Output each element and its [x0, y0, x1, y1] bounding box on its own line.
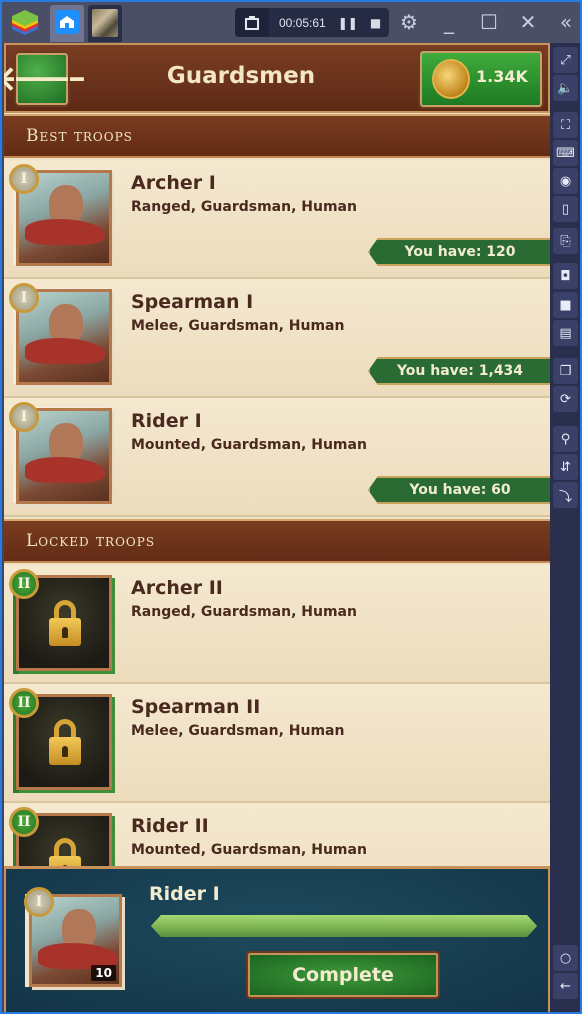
game-thumbnail-icon: [92, 9, 118, 37]
section-header-locked: Locked troops: [4, 519, 550, 563]
owned-count: You have: 60: [409, 482, 511, 498]
troop-name: Rider I: [131, 410, 202, 432]
section-title: Locked troops: [26, 531, 156, 551]
location-icon[interactable]: ⚲: [553, 426, 578, 452]
header-bar: 🡐 Guardsmen 1.34K: [4, 43, 550, 113]
pause-icon[interactable]: ❚❚: [338, 16, 358, 30]
troop-row[interactable]: I Archer I Ranged, Guardsman, Human You …: [4, 160, 550, 279]
gear-icon[interactable]: ⚙: [396, 10, 422, 34]
screenshot-rec-icon[interactable]: [235, 8, 269, 37]
owned-count-badge: You have: 60: [368, 476, 550, 504]
tier-badge: II: [9, 688, 39, 718]
owned-count-badge: You have: 120: [368, 238, 550, 266]
title-bar: 00:05:61 ❚❚ ■ ⚙ _ ☐ ✕ «: [2, 2, 580, 43]
troop-row[interactable]: I Spearman I Melee, Guardsman, Human You…: [4, 279, 550, 398]
troop-name: Rider II: [131, 815, 209, 837]
recording-bar: 00:05:61 ❚❚ ■: [235, 8, 389, 37]
rotate-icon[interactable]: ⤵: [553, 482, 578, 508]
emulator-window: 00:05:61 ❚❚ ■ ⚙ _ ☐ ✕ « 🡐 Guardsmen 1.34…: [0, 0, 582, 1014]
tier-badge: I: [9, 164, 39, 194]
game-screen: 🡐 Guardsmen 1.34K Best troops I Archer I…: [4, 43, 550, 1012]
section-header-best: Best troops: [4, 114, 550, 158]
screenshot-icon[interactable]: ◘: [553, 263, 578, 289]
minimize-icon[interactable]: _: [436, 10, 462, 34]
gold-value: 1.34K: [476, 67, 528, 86]
troop-name: Spearman I: [131, 291, 254, 313]
troop-row-locked[interactable]: II Archer II Ranged, Guardsman, Human: [4, 565, 550, 684]
volume-icon[interactable]: 🔈: [553, 75, 578, 101]
training-troop-name: Rider I: [149, 883, 220, 905]
troop-row-locked[interactable]: II Spearman II Melee, Guardsman, Human: [4, 684, 550, 803]
close-icon[interactable]: ✕: [515, 10, 541, 34]
training-progress-bar: [151, 915, 537, 937]
troop-tags: Melee, Guardsman, Human: [131, 723, 345, 739]
paste-apk-icon[interactable]: ⎘: [553, 228, 578, 254]
troop-name: Archer I: [131, 172, 216, 194]
fullscreen-icon[interactable]: ⤢: [553, 47, 578, 73]
owned-count-badge: You have: 1,434: [368, 357, 550, 385]
recording-time: 00:05:61: [279, 15, 326, 30]
lock-icon: [49, 719, 81, 765]
gold-counter[interactable]: 1.34K: [418, 49, 544, 109]
troop-tags: Ranged, Guardsman, Human: [131, 604, 357, 620]
tier-badge: II: [9, 807, 39, 837]
sync-icon[interactable]: ⟳: [553, 386, 578, 412]
keyboard-icon[interactable]: ⌨: [553, 140, 578, 166]
device-icon[interactable]: ▯: [553, 196, 578, 222]
media-icon[interactable]: ▤: [553, 320, 578, 346]
troop-name: Archer II: [131, 577, 223, 599]
record-icon[interactable]: ■: [553, 292, 578, 318]
troop-tags: Ranged, Guardsman, Human: [131, 199, 357, 215]
tier-badge: I: [9, 402, 39, 432]
tab-home[interactable]: [50, 5, 84, 42]
bluestacks-logo-icon[interactable]: [10, 7, 40, 37]
screen-select-icon[interactable]: ⛶: [553, 112, 578, 138]
training-count: 10: [91, 965, 116, 981]
shake-icon[interactable]: ⇵: [553, 454, 578, 480]
owned-count: You have: 120: [404, 244, 516, 260]
tab-game[interactable]: [88, 5, 122, 42]
troop-name: Spearman II: [131, 696, 261, 718]
training-panel: I 10 Rider I Complete: [4, 866, 550, 1012]
home-icon: [55, 10, 79, 34]
section-title: Best troops: [26, 126, 133, 146]
stop-icon[interactable]: ■: [370, 16, 381, 30]
progress-fill: [151, 915, 537, 937]
owned-count: You have: 1,434: [396, 363, 524, 379]
tier-badge: II: [9, 569, 39, 599]
collapse-sidebar-icon[interactable]: «: [553, 10, 579, 34]
tier-badge: I: [24, 887, 54, 917]
multi-instance-icon[interactable]: ❐: [553, 358, 578, 384]
troop-row[interactable]: I Rider I Mounted, Guardsman, Human You …: [4, 398, 550, 517]
lock-icon: [49, 600, 81, 646]
complete-button[interactable]: Complete: [246, 951, 440, 999]
troop-tags: Melee, Guardsman, Human: [131, 318, 345, 334]
gold-coin-icon: [432, 59, 470, 99]
training-portrait: I 10: [24, 887, 122, 987]
home-icon[interactable]: ○: [553, 945, 578, 971]
page-title: Guardsmen: [166, 63, 316, 89]
troop-tags: Mounted, Guardsman, Human: [131, 437, 367, 453]
troop-tags: Mounted, Guardsman, Human: [131, 842, 367, 858]
back-icon[interactable]: ←: [553, 973, 578, 999]
emulator-sidebar: ⤢ 🔈 ⛶ ⌨ ◉ ▯ ⎘ ◘ ■ ▤ ❐ ⟳ ⚲ ⇵ ⤵ ○ ←: [550, 43, 580, 1012]
tier-badge: I: [9, 283, 39, 313]
maximize-icon[interactable]: ☐: [476, 10, 502, 34]
eye-icon[interactable]: ◉: [553, 168, 578, 194]
